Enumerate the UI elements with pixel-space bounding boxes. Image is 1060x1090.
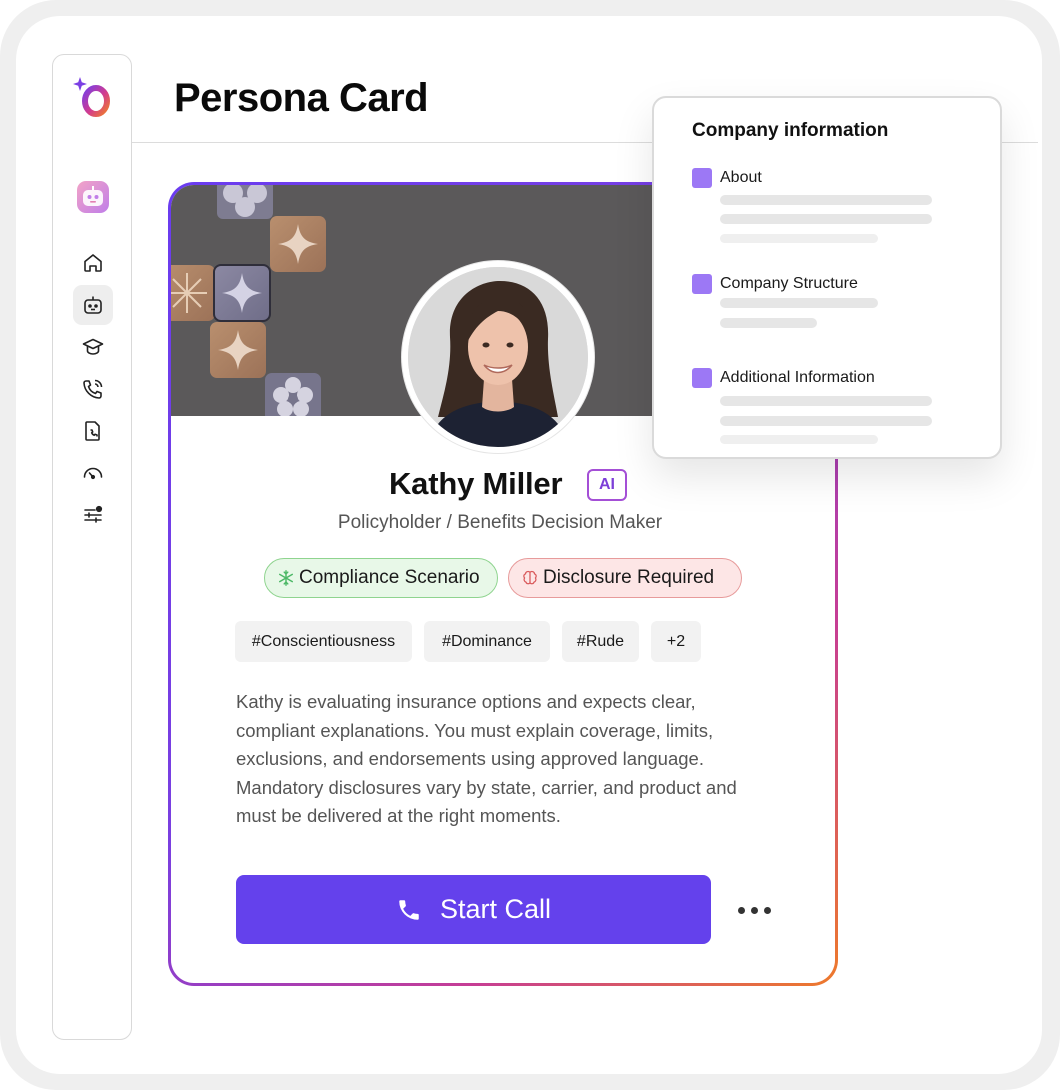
page-title: Persona Card <box>174 76 429 120</box>
persona-description: Kathy is evaluating insurance options an… <box>236 691 737 826</box>
skeleton-line <box>720 416 932 426</box>
snowflake-icon <box>278 570 294 586</box>
sidebar-nav <box>73 243 113 535</box>
section-about[interactable]: About <box>720 169 762 187</box>
persona-name: Kathy Miller <box>389 466 563 501</box>
section-additional-information[interactable]: Additional Information <box>720 369 875 387</box>
gauge-icon <box>83 467 103 480</box>
scenario-pill-compliance[interactable]: Compliance Scenario <box>264 558 498 598</box>
brain-icon <box>523 570 537 585</box>
start-call-button[interactable]: Start Call <box>236 875 711 944</box>
skeleton-line <box>720 396 932 406</box>
scenario-pill-label: Disclosure Required <box>543 567 715 588</box>
section-company-structure[interactable]: Company Structure <box>720 275 858 293</box>
sidebar-item-calls[interactable] <box>73 369 113 409</box>
skeleton-line <box>720 195 932 205</box>
section-marker-icon <box>692 168 712 188</box>
phone-icon <box>399 899 419 920</box>
bot-icon <box>84 296 102 314</box>
company-info-panel: Company information About Company Struct… <box>652 96 1002 459</box>
scenario-pill-disclosure[interactable]: Disclosure Required <box>508 558 742 598</box>
section-marker-icon <box>692 274 712 294</box>
sidebar-item-training[interactable] <box>73 327 113 367</box>
sidebar <box>52 54 132 1040</box>
ai-badge: AI <box>587 469 627 501</box>
tag-rude[interactable]: #Rude <box>562 621 639 662</box>
sidebar-item-home[interactable] <box>73 243 113 283</box>
graduation-cap-icon <box>82 338 104 355</box>
persona-role: Policyholder / Benefits Decision Maker <box>337 512 663 533</box>
skeleton-line <box>720 435 878 444</box>
section-marker-icon <box>692 368 712 388</box>
skeleton-line <box>720 214 932 224</box>
sidebar-item-scripts[interactable] <box>73 411 113 451</box>
tag-more-count[interactable]: +2 <box>651 621 701 662</box>
bot-avatar-icon[interactable] <box>77 181 109 213</box>
sidebar-item-analytics[interactable] <box>73 453 113 493</box>
avatar <box>408 267 588 447</box>
tag-conscientiousness[interactable]: #Conscientiousness <box>235 621 412 662</box>
company-info-title: Company information <box>692 120 889 141</box>
sidebar-item-personas[interactable] <box>73 285 113 325</box>
phone-document-icon <box>85 421 100 441</box>
skeleton-line <box>720 298 878 308</box>
skeleton-line <box>720 318 817 328</box>
tag-dominance[interactable]: #Dominance <box>424 621 550 662</box>
skeleton-line <box>720 234 878 243</box>
home-icon <box>84 254 102 272</box>
brand-logo-icon[interactable] <box>71 75 115 119</box>
sidebar-item-settings[interactable] <box>73 495 113 535</box>
more-horizontal-icon[interactable] <box>730 895 778 925</box>
phone-call-icon <box>83 379 103 399</box>
scenario-pill-label: Compliance Scenario <box>299 567 480 588</box>
start-call-label: Start Call <box>439 894 552 924</box>
sliders-icon <box>84 505 103 523</box>
